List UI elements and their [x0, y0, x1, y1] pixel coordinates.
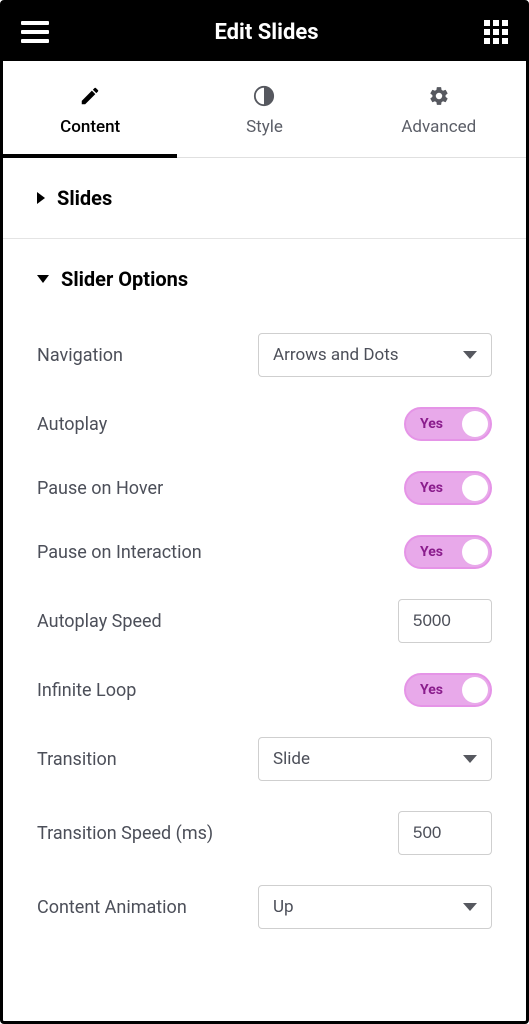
- section-header-slider-options[interactable]: Slider Options: [3, 239, 526, 319]
- toggle-pause-on-hover[interactable]: Yes: [404, 471, 492, 505]
- row-pause-on-hover: Pause on Hover Yes: [37, 471, 492, 505]
- chevron-down-icon: [463, 755, 477, 763]
- toggle-knob: [462, 539, 488, 565]
- chevron-down-icon: [463, 903, 477, 911]
- section-title: Slides: [57, 186, 112, 210]
- row-content-animation: Content Animation Up: [37, 885, 492, 929]
- toggle-text: Yes: [420, 682, 443, 698]
- row-transition-speed: Transition Speed (ms): [37, 811, 492, 855]
- label-pause-on-interaction: Pause on Interaction: [37, 542, 202, 563]
- input-autoplay-speed[interactable]: [398, 599, 492, 643]
- input-transition-speed[interactable]: [398, 811, 492, 855]
- label-pause-on-hover: Pause on Hover: [37, 478, 163, 499]
- tab-label: Advanced: [401, 117, 476, 137]
- pencil-icon: [3, 83, 177, 107]
- section-header-slides[interactable]: Slides: [3, 158, 526, 238]
- chevron-down-icon: [37, 275, 49, 283]
- section-title: Slider Options: [61, 267, 188, 291]
- toggle-pause-on-interaction[interactable]: Yes: [404, 535, 492, 569]
- label-transition: Transition: [37, 749, 117, 770]
- select-transition[interactable]: Slide: [258, 737, 492, 781]
- tab-advanced[interactable]: Advanced: [352, 61, 526, 157]
- chevron-right-icon: [37, 192, 45, 204]
- label-autoplay: Autoplay: [37, 414, 107, 435]
- toggle-text: Yes: [420, 544, 443, 560]
- select-content-animation[interactable]: Up: [258, 885, 492, 929]
- section-body: Navigation Arrows and Dots Autoplay Yes …: [3, 319, 526, 989]
- section-slides: Slides: [3, 158, 526, 239]
- row-autoplay-speed: Autoplay Speed: [37, 599, 492, 643]
- select-value: Arrows and Dots: [273, 345, 399, 365]
- half-circle-icon: [177, 83, 351, 107]
- toggle-knob: [462, 411, 488, 437]
- tab-style[interactable]: Style: [177, 61, 351, 157]
- tab-label: Style: [246, 117, 283, 137]
- row-infinite-loop: Infinite Loop Yes: [37, 673, 492, 707]
- tab-content[interactable]: Content: [3, 61, 177, 157]
- menu-icon[interactable]: [21, 21, 49, 43]
- toggle-autoplay[interactable]: Yes: [404, 407, 492, 441]
- tabs: Content Style Advanced: [3, 61, 526, 158]
- label-autoplay-speed: Autoplay Speed: [37, 611, 162, 632]
- label-content-animation: Content Animation: [37, 897, 187, 918]
- label-transition-speed: Transition Speed (ms): [37, 823, 213, 844]
- select-value: Up: [273, 897, 294, 917]
- gear-icon: [352, 83, 526, 107]
- row-transition: Transition Slide: [37, 737, 492, 781]
- row-navigation: Navigation Arrows and Dots: [37, 333, 492, 377]
- toggle-knob: [462, 677, 488, 703]
- tab-label: Content: [60, 117, 120, 137]
- select-value: Slide: [273, 749, 310, 769]
- label-infinite-loop: Infinite Loop: [37, 680, 136, 701]
- header-title: Edit Slides: [214, 20, 318, 45]
- section-slider-options: Slider Options Navigation Arrows and Dot…: [3, 239, 526, 989]
- toggle-infinite-loop[interactable]: Yes: [404, 673, 492, 707]
- label-navigation: Navigation: [37, 345, 123, 366]
- select-navigation[interactable]: Arrows and Dots: [258, 333, 492, 377]
- chevron-down-icon: [463, 351, 477, 359]
- toggle-knob: [462, 475, 488, 501]
- panel: Slides Slider Options Navigation Arrows …: [3, 158, 526, 989]
- toggle-text: Yes: [420, 416, 443, 432]
- toggle-text: Yes: [420, 480, 443, 496]
- row-autoplay: Autoplay Yes: [37, 407, 492, 441]
- apps-grid-icon[interactable]: [484, 20, 508, 44]
- row-pause-on-interaction: Pause on Interaction Yes: [37, 535, 492, 569]
- app-header: Edit Slides: [3, 3, 526, 61]
